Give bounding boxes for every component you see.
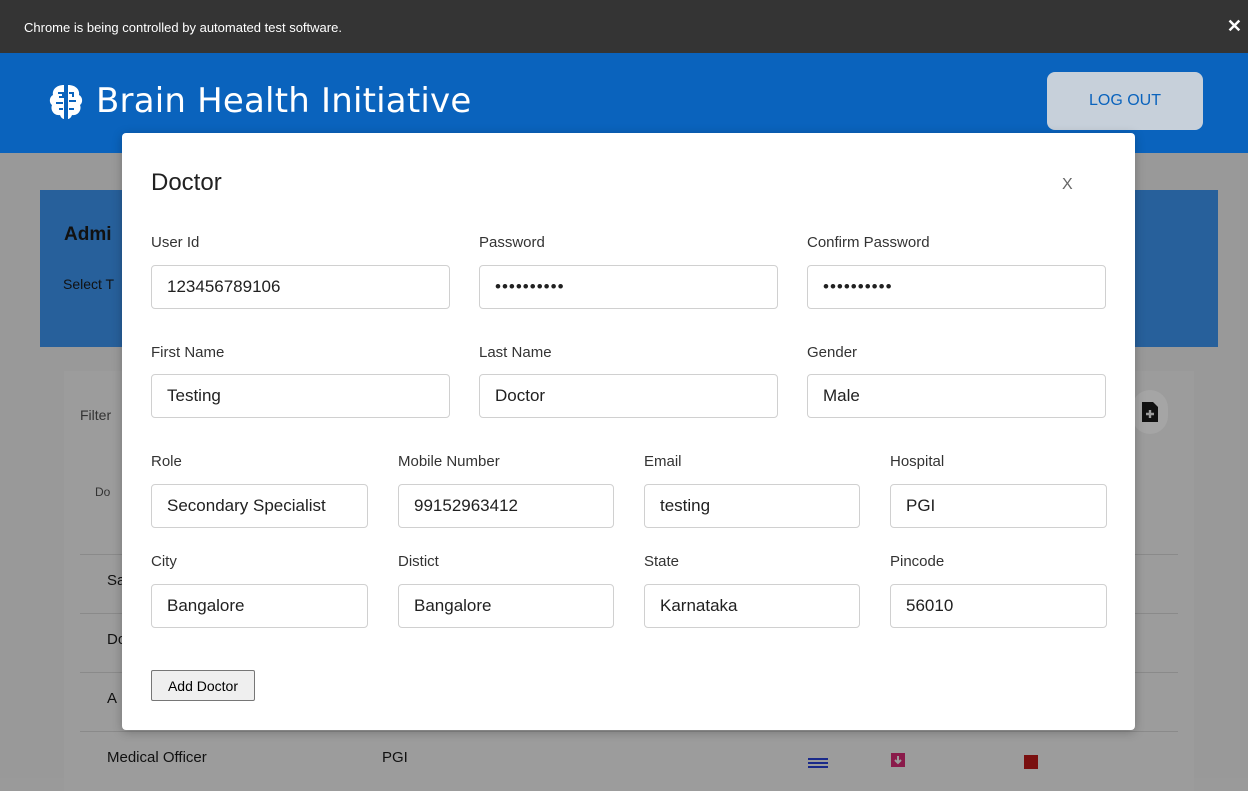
confirm-password-input[interactable] — [807, 265, 1106, 309]
automation-infobar: Chrome is being controlled by automated … — [0, 0, 1248, 53]
table-row-role: Medical Officer — [107, 749, 207, 766]
user-id-input[interactable] — [151, 265, 450, 309]
pincode-input[interactable] — [890, 584, 1107, 628]
delete-icon[interactable] — [1024, 755, 1038, 769]
first-name-input[interactable] — [151, 374, 450, 418]
last-name-label: Last Name — [479, 344, 552, 361]
admin-subtext: Select T — [63, 276, 115, 292]
add-document-button[interactable] — [1132, 390, 1168, 434]
automation-message: Chrome is being controlled by automated … — [24, 20, 342, 35]
table-header-partial: Do — [95, 485, 111, 499]
city-label: City — [151, 553, 177, 570]
filter-label[interactable]: Filter — [80, 407, 111, 423]
user-id-label: User Id — [151, 234, 200, 251]
password-input[interactable] — [479, 265, 778, 309]
row-divider — [80, 731, 1178, 732]
city-input[interactable] — [151, 584, 368, 628]
infobar-close-icon[interactable]: ✕ — [1227, 16, 1242, 37]
confirm-password-label: Confirm Password — [807, 234, 930, 251]
email-label: Email — [644, 453, 682, 470]
logout-button[interactable]: LOG OUT — [1047, 72, 1203, 130]
mobile-number-input[interactable] — [398, 484, 614, 528]
mobile-number-label: Mobile Number — [398, 453, 500, 470]
district-label: Distict — [398, 553, 439, 570]
table-row-partial: A — [107, 690, 118, 707]
first-name-label: First Name — [151, 344, 225, 361]
brand: Brain Health Initiative — [44, 79, 471, 123]
last-name-input[interactable] — [479, 374, 778, 418]
district-input[interactable] — [398, 584, 614, 628]
modal-title: Doctor — [151, 169, 222, 196]
gender-label: Gender — [807, 344, 858, 361]
state-input[interactable] — [644, 584, 860, 628]
hospital-label: Hospital — [890, 453, 945, 470]
email-input[interactable] — [644, 484, 860, 528]
add-document-icon — [1142, 402, 1158, 422]
add-doctor-modal: Doctor X User Id Password Confirm Passwo… — [122, 133, 1135, 730]
brand-title: Brain Health Initiative — [96, 81, 472, 121]
download-icon[interactable] — [890, 752, 906, 768]
modal-close-button[interactable]: X — [1062, 176, 1073, 194]
state-label: State — [644, 553, 680, 570]
menu-icon[interactable] — [808, 757, 828, 769]
pincode-label: Pincode — [890, 553, 945, 570]
table-row-hospital: PGI — [382, 749, 408, 766]
add-doctor-button[interactable]: Add Doctor — [151, 670, 255, 701]
hospital-input[interactable] — [890, 484, 1107, 528]
role-label: Role — [151, 453, 182, 470]
brain-icon — [49, 85, 83, 119]
role-input[interactable] — [151, 484, 368, 528]
gender-input[interactable] — [807, 374, 1106, 418]
admin-heading: Admi — [64, 224, 112, 245]
password-label: Password — [479, 234, 545, 251]
